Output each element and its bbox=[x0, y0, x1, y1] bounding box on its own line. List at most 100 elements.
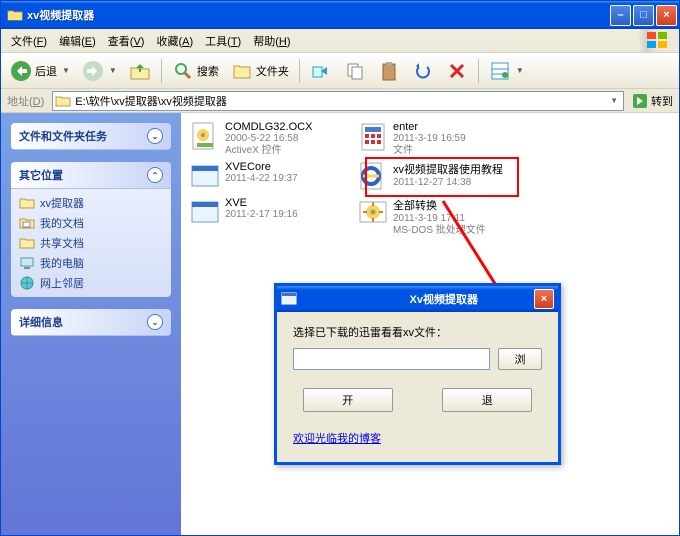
panel-title: 详细信息 bbox=[19, 314, 63, 330]
expand-icon: ⌄ bbox=[147, 314, 163, 330]
folders-button[interactable]: 文件夹 bbox=[226, 57, 294, 85]
window-controls: – □ × bbox=[610, 5, 677, 26]
dialog-xv-extractor: Xv视频提取器 × 选择已下载的迅雷看看xv文件： 浏 开 退 欢迎光临我的博客 bbox=[274, 283, 561, 465]
folder-open-icon bbox=[55, 93, 71, 109]
file-item[interactable]: 全部转换2011-3-19 17:11MS-DOS 批处理文件 bbox=[357, 197, 507, 237]
window-title: xv视频提取器 bbox=[27, 7, 610, 23]
address-path: E:\软件\xv提取器\xv视频提取器 bbox=[75, 93, 603, 109]
folders-label: 文件夹 bbox=[256, 63, 289, 79]
folders-icon bbox=[231, 60, 253, 82]
sidebar-item-label: 我的文档 bbox=[40, 215, 84, 231]
paste-button[interactable] bbox=[373, 57, 405, 85]
address-bar: 地址(D) E:\软件\xv提取器\xv视频提取器 ▼ 转到 bbox=[1, 89, 679, 113]
collapse-icon: ⌃ bbox=[147, 167, 163, 183]
undo-icon bbox=[412, 60, 434, 82]
delete-button[interactable] bbox=[441, 57, 473, 85]
chevron-down-icon[interactable]: ▼ bbox=[607, 96, 621, 105]
move-icon bbox=[310, 60, 332, 82]
menu-tools[interactable]: 工具(T) bbox=[199, 31, 247, 51]
file-item[interactable]: xv视频提取器使用教程2011-12-27 14:38 bbox=[357, 161, 507, 193]
config-icon bbox=[357, 121, 389, 153]
titlebar[interactable]: xv视频提取器 – □ × bbox=[1, 1, 679, 29]
windows-flag-icon bbox=[639, 29, 677, 52]
browse-button[interactable]: 浏 bbox=[498, 348, 542, 370]
file-item[interactable]: COMDLG32.OCX2000-5-22 16:58ActiveX 控件 bbox=[189, 121, 339, 157]
app-icon bbox=[189, 161, 221, 193]
toolbar: 后退 ▼ ▼ 搜索 文件夹 ▼ bbox=[1, 53, 679, 89]
sidebar-item-shared-docs[interactable]: 共享文档 bbox=[19, 235, 163, 251]
search-button[interactable]: 搜索 bbox=[167, 57, 224, 85]
go-button[interactable]: 转到 bbox=[628, 93, 677, 109]
sidebar-item-my-documents[interactable]: 我的文档 bbox=[19, 215, 163, 231]
dialog-titlebar[interactable]: Xv视频提取器 × bbox=[277, 286, 558, 312]
maximize-button[interactable]: □ bbox=[633, 5, 654, 26]
move-button[interactable] bbox=[305, 57, 337, 85]
dialog-title: Xv视频提取器 bbox=[410, 291, 531, 307]
menu-favorites[interactable]: 收藏(A) bbox=[150, 31, 199, 51]
menu-view[interactable]: 查看(V) bbox=[102, 31, 151, 51]
blog-link[interactable]: 欢迎光临我的博客 bbox=[293, 433, 381, 445]
minimize-button[interactable]: – bbox=[610, 5, 631, 26]
go-label: 转到 bbox=[651, 93, 673, 109]
expand-icon: ⌄ bbox=[147, 128, 163, 144]
copy-button[interactable] bbox=[339, 57, 371, 85]
open-button[interactable]: 开 bbox=[303, 388, 393, 412]
panel-title: 文件和文件夹任务 bbox=[19, 128, 107, 144]
ocx-icon bbox=[189, 121, 221, 153]
file-path-input[interactable] bbox=[293, 348, 490, 370]
sidebar-item-label: xv提取器 bbox=[40, 195, 84, 211]
cancel-button[interactable]: 退 bbox=[442, 388, 532, 412]
chevron-down-icon: ▼ bbox=[109, 66, 117, 75]
dialog-prompt: 选择已下载的迅雷看看xv文件： bbox=[293, 324, 542, 340]
dialog-close-button[interactable]: × bbox=[534, 289, 554, 309]
app-icon bbox=[281, 291, 402, 307]
copy-icon bbox=[344, 60, 366, 82]
up-button[interactable] bbox=[124, 57, 156, 85]
sidebar-item-xv-extractor[interactable]: xv提取器 bbox=[19, 195, 163, 211]
panel-tasks: 文件和文件夹任务 ⌄ bbox=[11, 123, 171, 150]
dialog-body: 选择已下载的迅雷看看xv文件： 浏 开 退 欢迎光临我的博客 bbox=[277, 312, 558, 462]
up-folder-icon bbox=[129, 60, 151, 82]
sidebar-item-my-computer[interactable]: 我的电脑 bbox=[19, 255, 163, 271]
views-button[interactable]: ▼ bbox=[484, 57, 529, 85]
menu-file[interactable]: 文件(F) bbox=[5, 31, 53, 51]
address-label: 地址(D) bbox=[3, 93, 48, 109]
file-item[interactable]: enter2011-3-19 16:59文件 bbox=[357, 121, 507, 157]
sidebar-item-label: 共享文档 bbox=[40, 235, 84, 251]
chevron-down-icon: ▼ bbox=[62, 66, 70, 75]
panel-title: 其它位置 bbox=[19, 167, 63, 183]
file-item[interactable]: XVECore2011-4-22 19:37 bbox=[189, 161, 339, 193]
separator bbox=[299, 59, 300, 83]
menu-help[interactable]: 帮助(H) bbox=[247, 31, 296, 51]
back-button[interactable]: 后退 ▼ bbox=[5, 57, 75, 85]
file-item[interactable]: XVE2011-2-17 19:16 bbox=[189, 197, 339, 237]
folder-open-icon bbox=[7, 7, 23, 23]
sidebar: 文件和文件夹任务 ⌄ 其它位置 ⌃ xv提取器 我的文档 共享文档 我的电脑 网… bbox=[1, 113, 181, 535]
back-icon bbox=[10, 60, 32, 82]
sidebar-item-network[interactable]: 网上邻居 bbox=[19, 275, 163, 291]
computer-icon bbox=[19, 255, 35, 271]
separator bbox=[478, 59, 479, 83]
sidebar-item-label: 网上邻居 bbox=[40, 275, 84, 291]
separator bbox=[161, 59, 162, 83]
panel-tasks-header[interactable]: 文件和文件夹任务 ⌄ bbox=[11, 123, 171, 150]
address-field[interactable]: E:\软件\xv提取器\xv视频提取器 ▼ bbox=[52, 91, 624, 111]
chevron-down-icon: ▼ bbox=[516, 66, 524, 75]
forward-button[interactable]: ▼ bbox=[77, 57, 122, 85]
panel-places: 其它位置 ⌃ xv提取器 我的文档 共享文档 我的电脑 网上邻居 bbox=[11, 162, 171, 297]
search-icon bbox=[172, 60, 194, 82]
ie-icon bbox=[357, 161, 389, 193]
delete-icon bbox=[446, 60, 468, 82]
panel-details-header[interactable]: 详细信息 ⌄ bbox=[11, 309, 171, 336]
close-button[interactable]: × bbox=[656, 5, 677, 26]
panel-details: 详细信息 ⌄ bbox=[11, 309, 171, 336]
search-label: 搜索 bbox=[197, 63, 219, 79]
paste-icon bbox=[378, 60, 400, 82]
panel-places-header[interactable]: 其它位置 ⌃ bbox=[11, 162, 171, 189]
views-icon bbox=[489, 60, 511, 82]
undo-button[interactable] bbox=[407, 57, 439, 85]
app-icon bbox=[189, 197, 221, 229]
network-icon bbox=[19, 275, 35, 291]
menubar: 文件(F) 编辑(E) 查看(V) 收藏(A) 工具(T) 帮助(H) bbox=[1, 29, 679, 53]
menu-edit[interactable]: 编辑(E) bbox=[53, 31, 102, 51]
